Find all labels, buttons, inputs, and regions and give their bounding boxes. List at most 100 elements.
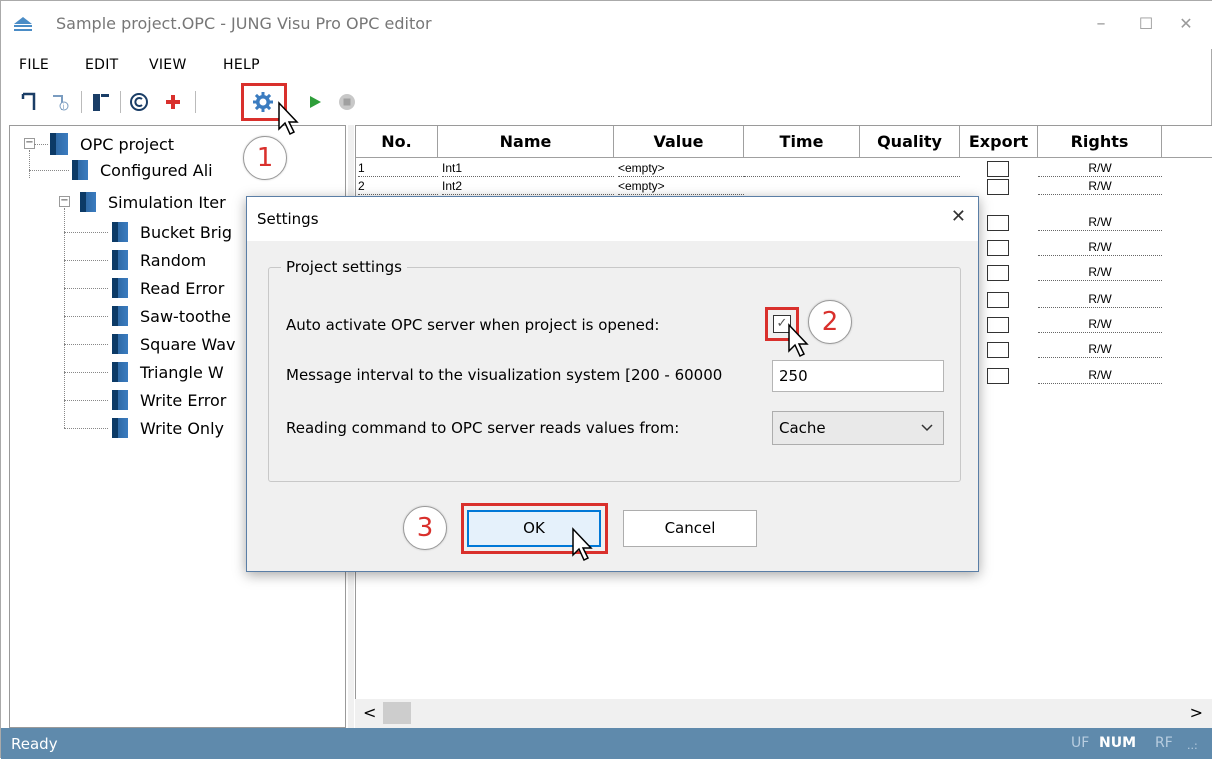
close-button[interactable]: ✕ bbox=[1171, 11, 1201, 37]
interval-input[interactable]: 250 bbox=[772, 360, 944, 392]
tree-item-label: Configured Ali bbox=[100, 160, 213, 180]
add-icon[interactable] bbox=[161, 89, 185, 115]
cell-rights[interactable]: R/W bbox=[1038, 214, 1162, 231]
scrollbar-thumb[interactable] bbox=[383, 702, 411, 724]
cell-no[interactable]: 2 bbox=[358, 178, 438, 195]
svg-text:i: i bbox=[63, 103, 65, 111]
menu-file[interactable]: FILE bbox=[19, 57, 49, 73]
column-header-value[interactable]: Value bbox=[614, 126, 744, 158]
new-item-icon[interactable] bbox=[17, 89, 41, 115]
step-3-callout: 3 bbox=[403, 506, 447, 550]
cell-name[interactable]: Int1 bbox=[442, 160, 614, 177]
column-header-rights[interactable]: Rights bbox=[1038, 126, 1162, 158]
cell-rights[interactable]: R/W bbox=[1038, 316, 1162, 333]
cell-rights[interactable]: R/W bbox=[1038, 367, 1162, 384]
export-checkbox[interactable] bbox=[987, 161, 1009, 177]
step-2-callout: 2 bbox=[808, 300, 852, 344]
step-1-callout: 1 bbox=[243, 136, 287, 180]
cell-value[interactable]: <empty> bbox=[618, 160, 744, 177]
tree-root[interactable]: OPC project bbox=[50, 132, 174, 156]
tree-item-label: Triangle W bbox=[140, 362, 224, 382]
item-book-icon bbox=[112, 418, 128, 438]
reading-source-select[interactable]: Cache bbox=[772, 411, 944, 445]
tree-item-write-only[interactable]: Write Only bbox=[112, 416, 224, 440]
export-checkbox[interactable] bbox=[987, 265, 1009, 281]
app-window: Sample project.OPC - JUNG Visu Pro OPC e… bbox=[0, 0, 1212, 759]
horizontal-scrollbar[interactable]: < > bbox=[355, 699, 1212, 728]
tree-root-label: OPC project bbox=[80, 134, 175, 154]
toolbar-separator bbox=[81, 91, 82, 113]
title-bar: Sample project.OPC - JUNG Visu Pro OPC e… bbox=[1, 1, 1212, 49]
export-checkbox[interactable] bbox=[987, 292, 1009, 308]
tree-item-label: Saw-toothe bbox=[140, 306, 231, 326]
new-info-icon[interactable]: i bbox=[49, 89, 73, 115]
tree-item-label: Bucket Brig bbox=[140, 222, 232, 242]
cell-rights[interactable]: R/W bbox=[1038, 178, 1162, 195]
cell-rights[interactable]: R/W bbox=[1038, 239, 1162, 256]
tree-item-saw-toothed[interactable]: Saw-toothe bbox=[112, 304, 231, 328]
app-logo-icon bbox=[14, 17, 32, 31]
menu-help[interactable]: HELP bbox=[223, 57, 260, 73]
scroll-left-icon[interactable]: < bbox=[363, 703, 376, 722]
tree-item-configured-aliases[interactable]: Configured Ali bbox=[72, 158, 213, 182]
cell-rights[interactable]: R/W bbox=[1038, 264, 1162, 281]
cell-rights[interactable]: R/W bbox=[1038, 341, 1162, 358]
rf-indicator: RF bbox=[1155, 735, 1173, 751]
column-header-name[interactable]: Name bbox=[438, 126, 614, 158]
reading-label: Reading command to OPC server reads valu… bbox=[286, 419, 680, 437]
tree-item-write-error[interactable]: Write Error bbox=[112, 388, 226, 412]
menu-bar: FILE EDIT VIEW HELP bbox=[1, 49, 1212, 79]
item-book-icon bbox=[112, 362, 128, 382]
export-checkbox[interactable] bbox=[987, 215, 1009, 231]
tree-item-triangle-waves[interactable]: Triangle W bbox=[112, 360, 224, 384]
cell-name[interactable]: Int2 bbox=[442, 178, 614, 195]
export-checkbox[interactable] bbox=[987, 342, 1009, 358]
play-icon[interactable] bbox=[303, 89, 327, 115]
project-book-icon bbox=[50, 133, 68, 155]
cell-rights[interactable]: R/W bbox=[1038, 160, 1162, 177]
export-checkbox[interactable] bbox=[987, 240, 1009, 256]
settings-dialog: Settings ✕ Project settings Auto activat… bbox=[246, 196, 979, 572]
tree-item-simulation-items[interactable]: Simulation Iter bbox=[80, 190, 226, 214]
cell-rights[interactable]: R/W bbox=[1038, 291, 1162, 308]
collapse-icon[interactable]: − bbox=[59, 196, 70, 207]
scroll-right-icon[interactable]: > bbox=[1190, 703, 1203, 722]
stop-icon[interactable] bbox=[335, 89, 359, 115]
tree-item-read-error[interactable]: Read Error bbox=[112, 276, 224, 300]
tree-item-label: Square Wav bbox=[140, 334, 236, 354]
item-book-icon bbox=[112, 306, 128, 326]
menu-view[interactable]: VIEW bbox=[149, 57, 187, 73]
maximize-button[interactable]: ☐ bbox=[1131, 11, 1161, 37]
tree-item-label: Random bbox=[140, 250, 207, 270]
interval-label: Message interval to the visualization sy… bbox=[286, 366, 723, 384]
copyright-icon[interactable] bbox=[127, 89, 151, 115]
cell-no[interactable]: 1 bbox=[358, 160, 438, 177]
cancel-button[interactable]: Cancel bbox=[623, 510, 757, 547]
mouse-cursor-icon bbox=[278, 101, 299, 136]
status-bar: Ready UF NUM RF ..: bbox=[1, 728, 1212, 759]
resize-grip-icon[interactable]: ..: bbox=[1187, 739, 1198, 752]
column-header-no[interactable]: No. bbox=[356, 126, 438, 158]
import-icon[interactable] bbox=[89, 89, 113, 115]
export-checkbox[interactable] bbox=[987, 368, 1009, 384]
auto-activate-label: Auto activate OPC server when project is… bbox=[286, 316, 660, 334]
minimize-button[interactable]: – bbox=[1086, 11, 1116, 37]
uf-indicator: UF bbox=[1071, 735, 1090, 751]
tree-item-label: Read Error bbox=[140, 278, 225, 298]
tree-item-bucket-brigade[interactable]: Bucket Brig bbox=[112, 220, 232, 244]
dialog-close-icon[interactable]: ✕ bbox=[951, 206, 966, 227]
group-label: Project settings bbox=[281, 258, 407, 276]
column-header-quality[interactable]: Quality bbox=[860, 126, 960, 158]
item-book-icon bbox=[112, 250, 128, 270]
tree-item-random[interactable]: Random bbox=[112, 248, 206, 272]
export-checkbox[interactable] bbox=[987, 179, 1009, 195]
folder-book-icon bbox=[72, 160, 88, 180]
cell-value[interactable]: <empty> bbox=[618, 178, 744, 195]
tree-item-square-waves[interactable]: Square Wav bbox=[112, 332, 235, 356]
column-header-export[interactable]: Export bbox=[960, 126, 1038, 158]
export-checkbox[interactable] bbox=[987, 317, 1009, 333]
item-book-icon bbox=[112, 390, 128, 410]
menu-edit[interactable]: EDIT bbox=[85, 57, 119, 73]
column-header-time[interactable]: Time bbox=[744, 126, 860, 158]
cell-empty[interactable] bbox=[744, 160, 960, 177]
